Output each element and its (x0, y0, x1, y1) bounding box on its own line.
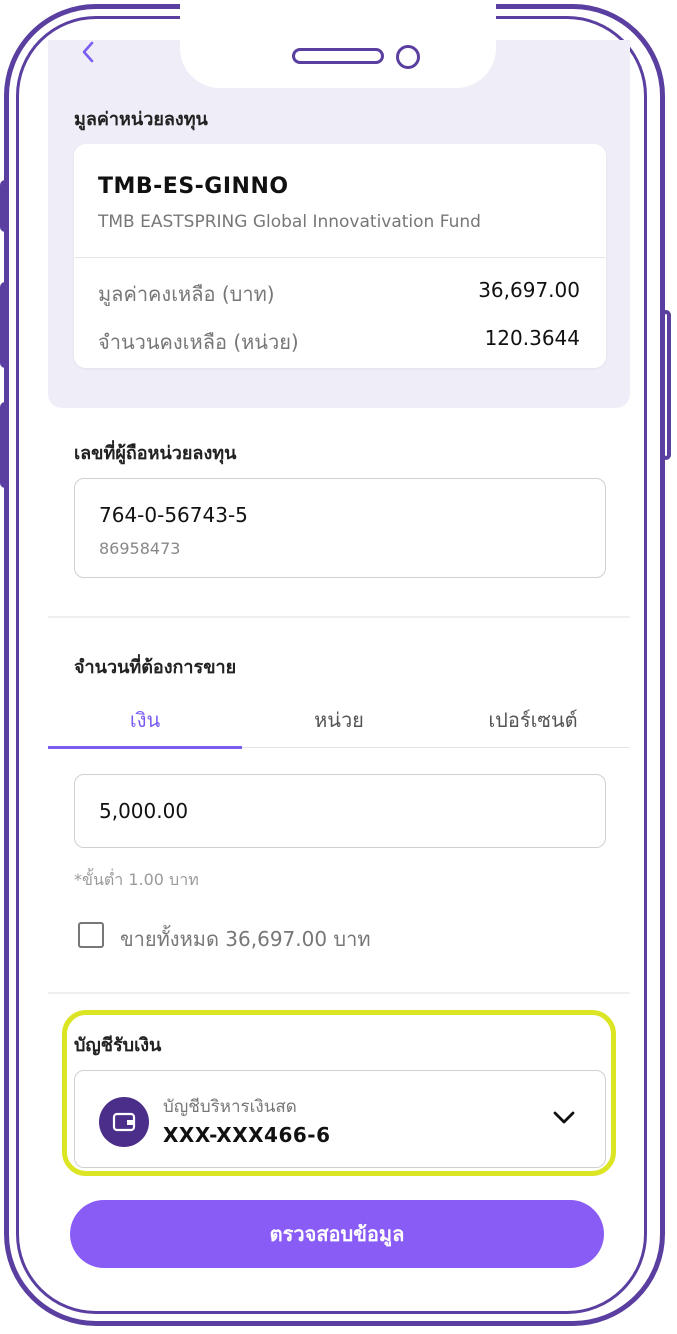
speaker-icon (292, 48, 384, 64)
wallet-icon (112, 1112, 136, 1132)
wallet-icon-badge (99, 1097, 149, 1147)
receive-account-dropdown[interactable]: บัญชีบริหารเงินสด XXX-XXX466-6 (74, 1070, 606, 1168)
sell-all-checkbox[interactable] (78, 922, 104, 948)
section-divider (48, 616, 630, 618)
amount-value: 5,000.00 (99, 799, 189, 823)
phone-notch (180, 0, 496, 88)
receive-account-type: บัญชีบริหารเงินสด (163, 1097, 297, 1117)
sell-all-label[interactable]: ขายทั้งหมด 36,697.00 บาท (120, 923, 371, 955)
receive-account-number: XXX-XXX466-6 (163, 1123, 331, 1147)
chevron-left-icon (82, 41, 94, 63)
section-divider-2 (48, 992, 630, 994)
remaining-value-amount: 36,697.00 (478, 278, 580, 302)
holder-account-field[interactable]: 764-0-56743-5 86958473 (74, 478, 606, 578)
remaining-units-label: จำนวนคงเหลือ (หน่วย) (98, 330, 299, 354)
remaining-value-label: มูลค่าคงเหลือ (บาท) (98, 282, 275, 306)
remaining-units-amount: 120.3644 (484, 326, 580, 350)
sell-type-tabs: เงิน หน่วย เปอร์เซนต์ (48, 696, 630, 748)
review-button[interactable]: ตรวจสอบข้อมูล (70, 1200, 604, 1268)
tab-money[interactable]: เงิน (48, 696, 242, 748)
sell-section-title: จำนวนที่ต้องการขาย (74, 657, 237, 678)
tab-units[interactable]: หน่วย (242, 696, 436, 748)
fund-section-title: มูลค่าหน่วยลงทุน (74, 109, 208, 130)
holder-account-sub: 86958473 (99, 539, 181, 558)
back-button[interactable] (80, 40, 96, 71)
minimum-hint: *ขั้นต่ำ 1.00 บาท (74, 870, 199, 889)
holder-section-title: เลขที่ผู้ถือหน่วยลงทุน (74, 443, 237, 464)
camera-icon (396, 45, 420, 69)
fund-card: TMB-ES-GINNO TMB EASTSPRING Global Innov… (74, 144, 606, 368)
chevron-down-icon (551, 1107, 577, 1131)
holder-account-number: 764-0-56743-5 (99, 503, 248, 527)
app-screen: มูลค่าหน่วยลงทุน TMB-ES-GINNO TMB EASTSP… (48, 40, 630, 1310)
active-tab-indicator (48, 746, 242, 749)
tab-percent[interactable]: เปอร์เซนต์ (436, 696, 630, 748)
amount-input[interactable]: 5,000.00 (74, 774, 606, 848)
fund-name: TMB EASTSPRING Global Innovativation Fun… (98, 212, 481, 232)
card-divider (74, 257, 606, 258)
receive-section-title: บัญชีรับเงิน (74, 1035, 162, 1056)
fund-code: TMB-ES-GINNO (98, 174, 289, 199)
